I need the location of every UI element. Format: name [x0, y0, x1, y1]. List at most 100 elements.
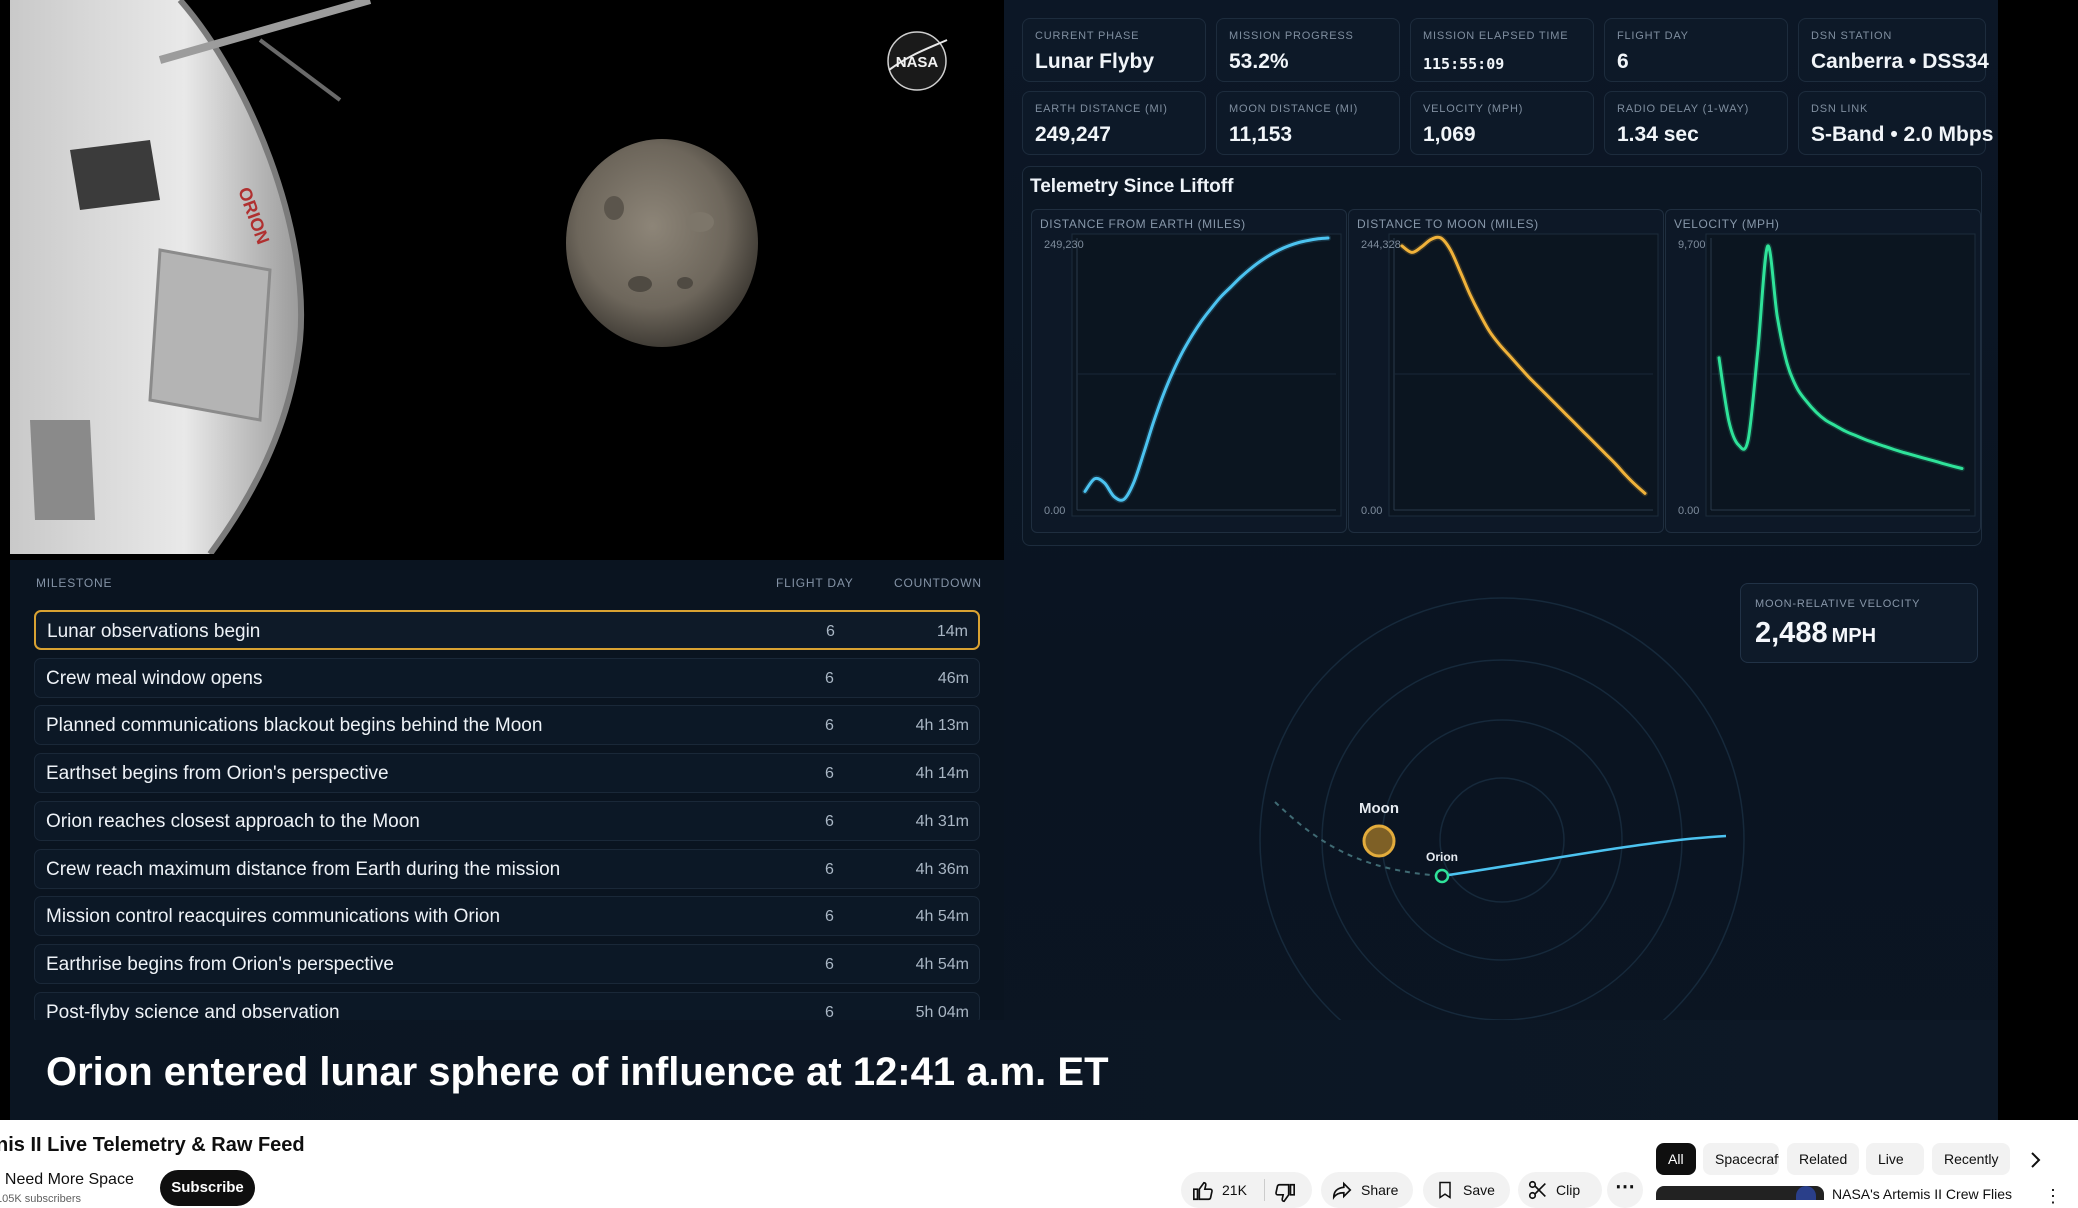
- nasa-logo: NASA: [884, 30, 950, 92]
- milestone-name: Earthrise begins from Orion's perspectiv…: [46, 953, 394, 975]
- chip-spacecraft[interactable]: Spacecraft: [1703, 1143, 1779, 1175]
- y-tick-label-max: 244,328: [1361, 239, 1401, 251]
- milestone-name: Crew reach maximum distance from Earth d…: [46, 858, 561, 880]
- y-tick-label-min: 0.00: [1361, 505, 1382, 517]
- milestone-countdown: 4h 31m: [915, 812, 969, 830]
- moon-label: Moon: [1359, 800, 1399, 817]
- more-horizontal-icon: ⋯: [1615, 1176, 1635, 1198]
- orion-label: Orion: [1426, 850, 1458, 864]
- stat-value: 1.34 sec: [1617, 123, 1699, 146]
- milestone-countdown: 14m: [936, 623, 968, 640]
- milestone-row: Earthrise begins from Orion's perspectiv…: [34, 943, 980, 984]
- milestone-row: Crew reach maximum distance from Earth d…: [34, 848, 980, 889]
- moon-velocity-value: 2,488 MPH: [1755, 617, 1877, 649]
- milestone-countdown: 4h 54m: [915, 955, 969, 973]
- chip-all[interactable]: All: [1656, 1143, 1696, 1175]
- y-tick-label-min: 0.00: [1044, 505, 1065, 517]
- channel-name[interactable]: I Need More Space: [0, 1171, 134, 1189]
- milestone-name: Planned communications blackout begins b…: [46, 715, 543, 737]
- stat-label: VELOCITY (MPH): [1423, 103, 1524, 115]
- milestone-countdown: 5h 04m: [915, 1003, 969, 1021]
- video-title: nis II Live Telemetry & Raw Feed: [0, 1134, 305, 1156]
- chart-velocity: VELOCITY (MPH) 9,700 0.00: [1665, 209, 1981, 533]
- stat-value: 115:55:09: [1423, 55, 1505, 73]
- milestone-row: Earthset begins from Orion's perspective…: [34, 753, 980, 794]
- plot-area: [1071, 233, 1342, 517]
- milestone-flight-day: 6: [825, 908, 834, 926]
- milestone-name: Crew meal window opens: [46, 667, 263, 689]
- stat-card: DSN STATION Canberra • DSS34: [1798, 18, 1989, 82]
- stat-value: S-Band • 2.0 Mbps: [1811, 123, 1994, 146]
- stat-label: DSN STATION: [1811, 30, 1893, 42]
- stat-value: 1,069: [1423, 123, 1476, 146]
- camera-feed: ORION NASA: [10, 0, 1004, 554]
- chip-recently[interactable]: Recently: [1932, 1143, 2010, 1175]
- milestone-flight-day: 6: [825, 765, 834, 783]
- stat-label: FLIGHT DAY: [1617, 30, 1689, 42]
- moon-image: [566, 139, 758, 347]
- subscribe-button[interactable]: Subscribe: [160, 1170, 255, 1206]
- svg-text:NASA: NASA: [896, 54, 939, 71]
- more-actions-button[interactable]: ⋯: [1607, 1172, 1643, 1208]
- milestone-countdown: 4h 36m: [915, 860, 969, 878]
- milestone-name: Earthset begins from Orion's perspective: [46, 763, 389, 785]
- video-player[interactable]: ORION NASA CURRENT PHASE Lunar Flyby MISSI…: [0, 0, 2078, 1120]
- related-video-thumbnail[interactable]: [1656, 1186, 1824, 1200]
- stat-value: 249,247: [1035, 123, 1111, 146]
- stat-label: DSN LINK: [1811, 103, 1869, 115]
- clip-button[interactable]: Clip: [1518, 1172, 1602, 1208]
- milestone-flight-day: 6: [825, 1003, 834, 1021]
- thumbs-down-icon: [1275, 1183, 1295, 1203]
- milestone-countdown: 4h 14m: [915, 765, 969, 783]
- plot-area: [1705, 233, 1976, 517]
- stat-card: MISSION PROGRESS 53.2%: [1216, 18, 1400, 82]
- y-tick-label-max: 9,700: [1678, 239, 1706, 251]
- bookmark-icon: [1439, 1181, 1451, 1199]
- y-tick-label-max: 249,230: [1044, 239, 1084, 251]
- chart-earth-distance: DISTANCE FROM EARTH (MILES) 249,230 0.00: [1031, 209, 1347, 533]
- banner-text: Orion entered lunar sphere of influence …: [46, 1050, 1109, 1094]
- stat-value: 53.2%: [1229, 50, 1289, 73]
- share-icon: [1332, 1181, 1352, 1201]
- stat-label: MOON DISTANCE (MI): [1229, 103, 1359, 115]
- orion-trajectory: [1441, 834, 1727, 878]
- stat-value: 11,153: [1229, 123, 1293, 146]
- moon-marker: [1362, 824, 1396, 858]
- thumbs-up-icon: [1193, 1181, 1213, 1201]
- stat-label: CURRENT PHASE: [1035, 30, 1140, 42]
- related-video-menu-icon[interactable]: ⋮: [2044, 1186, 2062, 1207]
- milestone-row: Post-flyby science and observation 6 5h 04…: [34, 991, 980, 1024]
- player-edge: [1998, 0, 2078, 1120]
- milestone-name: Lunar observations begin: [47, 621, 261, 642]
- scissors-icon: [1528, 1180, 1546, 1200]
- save-button[interactable]: Save: [1423, 1172, 1510, 1208]
- telemetry-title: Telemetry Since Liftoff: [1030, 176, 1234, 197]
- news-banner: Orion entered lunar sphere of influence …: [10, 1020, 1998, 1120]
- stat-card: FLIGHT DAY 6: [1604, 18, 1788, 82]
- milestone-name: Orion reaches closest approach to the Mo…: [46, 810, 420, 832]
- milestone-header: MILESTONE: [36, 576, 113, 590]
- chip-related[interactable]: Related: [1787, 1143, 1859, 1175]
- milestone-flight-day: 6: [825, 955, 834, 973]
- milestone-name: Mission control reacquires communication…: [46, 906, 501, 928]
- stat-label: MISSION PROGRESS: [1229, 30, 1354, 42]
- orion-marker: [1434, 868, 1450, 884]
- like-count: 21K: [1222, 1182, 1247, 1198]
- milestone-countdown: 4h 54m: [915, 908, 969, 926]
- milestone-flight-day: 6: [825, 669, 834, 687]
- milestone-row: Mission control reacquires communication…: [34, 896, 980, 937]
- milestone-row: Orion reaches closest approach to the Mo…: [34, 800, 980, 841]
- stat-value: Canberra • DSS34: [1811, 50, 1989, 73]
- stat-card: MISSION ELAPSED TIME 115:55:09: [1410, 18, 1594, 82]
- stat-card: EARTH DISTANCE (MI) 249,247: [1022, 91, 1206, 155]
- y-tick-label-min: 0.00: [1678, 505, 1699, 517]
- countdown-header: COUNTDOWN: [894, 576, 982, 590]
- moon-velocity-label: MOON-RELATIVE VELOCITY: [1755, 598, 1921, 610]
- chip-live[interactable]: Live: [1866, 1143, 1924, 1175]
- stat-card: VELOCITY (MPH) 1,069: [1410, 91, 1594, 155]
- chips-next-icon[interactable]: [2023, 1145, 2049, 1175]
- milestone-flight-day: 6: [825, 717, 834, 735]
- share-button[interactable]: Share: [1321, 1172, 1413, 1208]
- moon-velocity-card: MOON-RELATIVE VELOCITY 2,488 MPH: [1740, 583, 1978, 663]
- like-divider: [1264, 1179, 1265, 1201]
